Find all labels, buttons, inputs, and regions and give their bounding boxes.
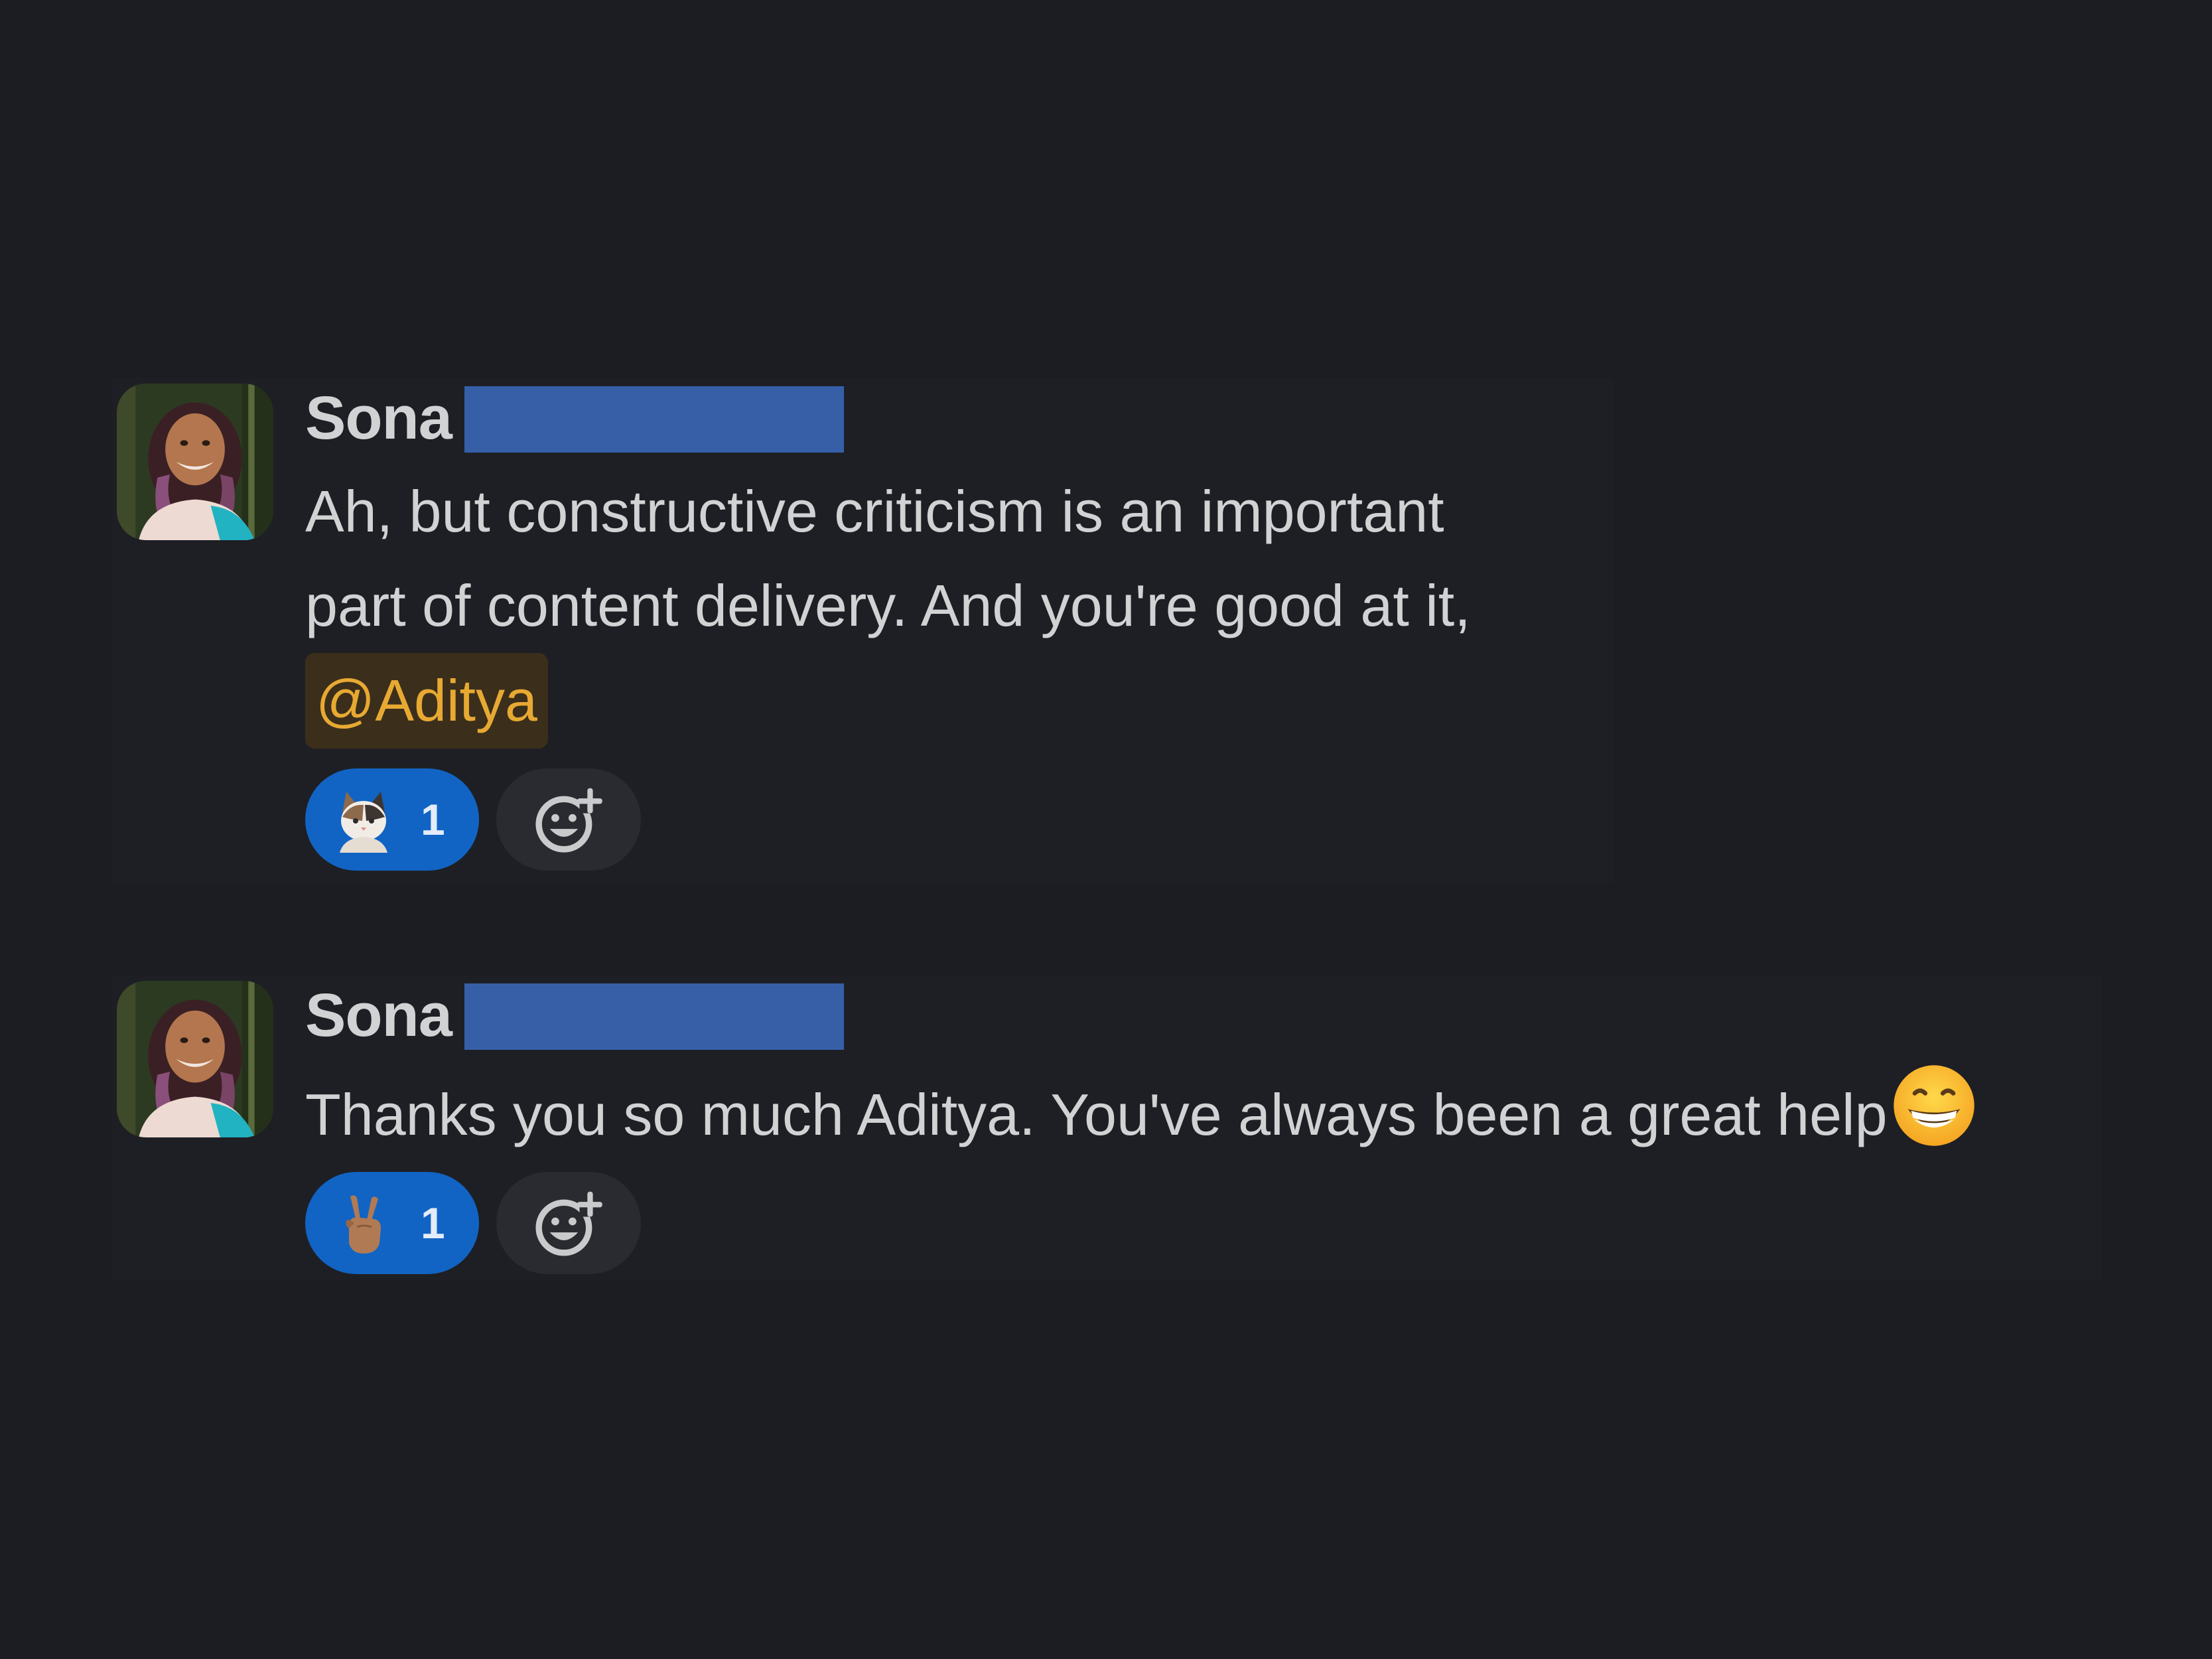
message-2: Sona Thanks you so much Aditya. You've a… [111, 975, 2102, 1281]
message-text: Thanks you so much Aditya. You've always… [305, 1062, 1978, 1162]
avatar-photo [117, 981, 273, 1137]
add-reaction-icon [535, 788, 602, 853]
grinning-face-icon [1890, 1062, 1978, 1149]
reaction-count: 1 [421, 1198, 445, 1248]
reaction-bar: 1 [305, 1172, 641, 1274]
message-line: Thanks you so much Aditya. You've always… [305, 1082, 1888, 1147]
add-reaction-button[interactable] [496, 1172, 641, 1274]
author-name[interactable]: Sona [305, 378, 452, 458]
message-text: Ah, but constructive criticism is an imp… [305, 465, 1471, 749]
message-1: Sona Ah, but constructive criticism is a… [111, 378, 1614, 883]
add-reaction-icon [535, 1191, 602, 1256]
avatar-photo [117, 384, 273, 540]
user-mention[interactable]: @Aditya [305, 653, 548, 749]
victory-hand-icon [330, 1190, 397, 1256]
reaction-pill[interactable]: 1 [305, 1172, 479, 1274]
cat-face-icon [330, 786, 397, 853]
reaction-pill[interactable]: 1 [305, 768, 479, 871]
add-reaction-button[interactable] [496, 768, 641, 871]
author-name[interactable]: Sona [305, 975, 452, 1055]
message-line: Ah, but constructive criticism is an imp… [305, 478, 1444, 544]
redacted-block [464, 386, 844, 453]
reaction-count: 1 [421, 795, 445, 844]
author-avatar[interactable] [117, 384, 273, 540]
redacted-block [464, 983, 844, 1050]
message-line: part of content delivery. And you're goo… [305, 573, 1471, 638]
reaction-bar: 1 [305, 768, 641, 871]
author-avatar[interactable] [117, 981, 273, 1137]
